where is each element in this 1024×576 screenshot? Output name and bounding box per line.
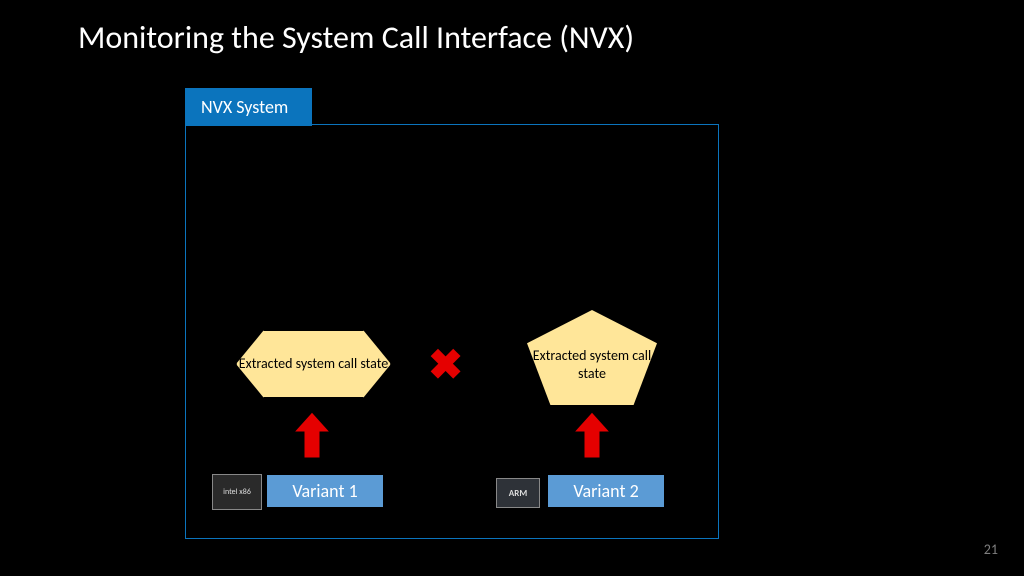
variant-2-label: Variant 2 bbox=[548, 475, 664, 507]
hexagon-label: Extracted system call state bbox=[239, 355, 389, 373]
extracted-state-left-hexagon: Extracted system call state bbox=[236, 330, 391, 398]
pentagon-label: Extracted system call state bbox=[527, 347, 657, 382]
arrow-up-left bbox=[294, 412, 330, 458]
arm-chip-label: ARM bbox=[509, 489, 527, 498]
nvx-system-tab: NVX System bbox=[185, 88, 312, 126]
arm-chip-icon: ARM bbox=[496, 478, 540, 508]
page-number: 21 bbox=[984, 541, 998, 558]
intel-chip-label: intel x86 bbox=[223, 488, 251, 496]
mismatch-cross-icon: ✖ bbox=[428, 340, 463, 391]
slide-title: Monitoring the System Call Interface (NV… bbox=[78, 18, 634, 57]
intel-chip-icon: intel x86 bbox=[212, 474, 262, 510]
variant-1-label: Variant 1 bbox=[267, 475, 383, 507]
arrow-up-right bbox=[574, 412, 610, 458]
